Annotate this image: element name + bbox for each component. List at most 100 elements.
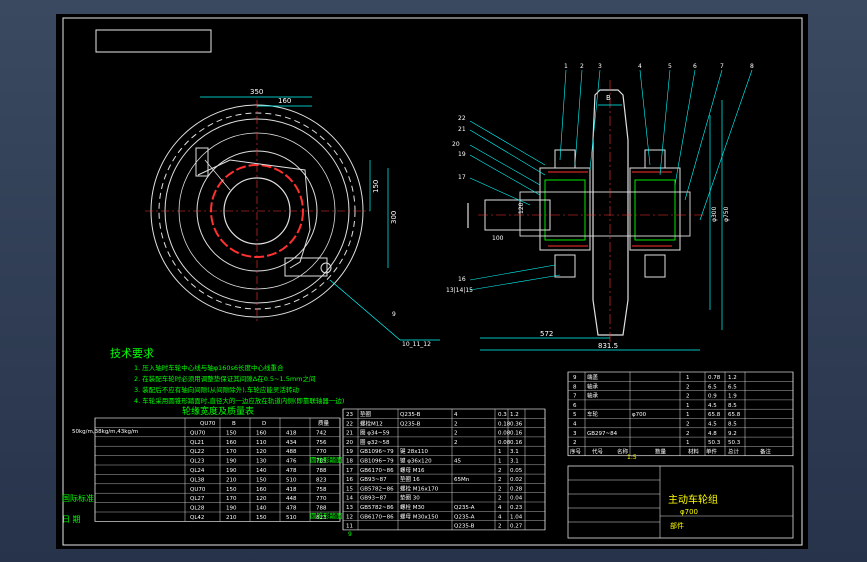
parts-row-qty: 0.18 bbox=[498, 421, 511, 427]
parts-row-qty: 2 bbox=[498, 524, 502, 530]
wheel-table-b: 170 bbox=[226, 449, 237, 455]
dim-150: 150 bbox=[372, 180, 380, 193]
wheel-table-d2: 476 bbox=[286, 459, 297, 465]
parts-row-qty: 1 bbox=[498, 459, 502, 465]
dim-phi300: φ300 bbox=[711, 206, 718, 222]
parts-row-material: 2 bbox=[454, 440, 458, 446]
wheel-table-d2: 418 bbox=[286, 430, 297, 436]
wheel-table-mass: 823 bbox=[316, 477, 327, 483]
wheel-table-b: 210 bbox=[226, 477, 237, 483]
wheel-table-d1: 160 bbox=[256, 430, 267, 436]
leader-2: 2 bbox=[580, 63, 584, 70]
dim-160: 160 bbox=[278, 97, 291, 105]
wheel-table-d1: 110 bbox=[256, 440, 267, 446]
leader-19: 19 bbox=[458, 151, 466, 158]
leader-22: 22 bbox=[458, 115, 466, 122]
upper-row-qty: 1 bbox=[686, 412, 690, 418]
upper-row-qty: 2 bbox=[686, 422, 690, 428]
parts-row-material: Q235-A bbox=[454, 514, 475, 520]
parts-row-no: 13 bbox=[346, 505, 353, 511]
wheel-table-b: 150 bbox=[226, 487, 237, 493]
parts-row-name: Q235-B bbox=[400, 421, 421, 427]
upper-row-code: 轴承 bbox=[587, 392, 599, 400]
upper-table-header-label: 序号 bbox=[570, 448, 582, 456]
wheel-table-header-b: B bbox=[232, 421, 236, 427]
wheel-table-b: 190 bbox=[226, 506, 237, 512]
parts-row-code: 螺栓M12 bbox=[360, 419, 383, 427]
parts-row-code: GB6170~86 bbox=[360, 468, 394, 474]
parts-row-material: 65Mn bbox=[454, 477, 470, 483]
upper-row-total: 1.9 bbox=[728, 394, 737, 400]
parts-row-weight: 0.16 bbox=[510, 431, 523, 437]
wheel-table-d2: 478 bbox=[286, 468, 297, 474]
dim-300: 300 bbox=[390, 211, 398, 224]
upper-row-no: 8 bbox=[573, 384, 577, 390]
wheel-table-mass: 758 bbox=[316, 487, 327, 493]
parts-row-material: 45 bbox=[454, 459, 461, 465]
parts-row-weight: 0.28 bbox=[510, 486, 523, 492]
parts-row-qty: 4 bbox=[498, 505, 502, 511]
parts-row-material: 2 bbox=[454, 431, 458, 437]
wheel-table-mass: 756 bbox=[316, 440, 327, 446]
parts-row-code: GB6170~86 bbox=[360, 514, 394, 520]
title-label: 部件 bbox=[670, 521, 684, 530]
parts-row-qty: 1 bbox=[498, 449, 502, 455]
parts-row-qty: 0.08 bbox=[498, 431, 511, 437]
parts-row-material: Q235-A bbox=[454, 505, 475, 511]
parts-row-weight: 0.05 bbox=[510, 468, 523, 474]
wheel-table-b: 190 bbox=[226, 468, 237, 474]
parts-row-weight: 0.04 bbox=[510, 496, 523, 502]
wheel-table-title: 轮缘宽度及质量表 bbox=[182, 405, 254, 417]
upper-row-total: 9.2 bbox=[728, 431, 737, 437]
upper-row-total: 65.8 bbox=[728, 412, 741, 418]
upper-row-total: 8.5 bbox=[728, 403, 737, 409]
upper-table-header-label: 数量 bbox=[655, 448, 667, 456]
tech-item-1: 1. 压入轴时车轮中心线与轴φ160s6长度中心线重合 bbox=[134, 363, 284, 372]
parts-row-name: 螺母 M30x150 bbox=[400, 512, 439, 520]
parts-row-name: 螺栓 M30 bbox=[400, 503, 425, 511]
wheel-table-d1: 140 bbox=[256, 468, 267, 474]
wheel-table-type: QU70 bbox=[190, 430, 206, 436]
parts-row-weight: 0.23 bbox=[510, 505, 523, 511]
leader-3: 3 bbox=[598, 63, 602, 70]
upper-row-total: 1.2 bbox=[728, 375, 737, 381]
parts-row-qty: 0.3 bbox=[498, 412, 507, 418]
upper-table-header-label: 材料 bbox=[688, 448, 700, 456]
wheel-table-mass: 788 bbox=[316, 506, 327, 512]
upper-row-no: 4 bbox=[573, 422, 577, 428]
parts-row-no: 12 bbox=[346, 514, 353, 520]
parts-row-no: 20 bbox=[346, 440, 353, 446]
wheel-table-header-mass: 质量 bbox=[318, 419, 330, 427]
wheel-table-b: 210 bbox=[226, 515, 237, 521]
upper-row-no: 3 bbox=[573, 431, 577, 437]
wheel-table-type: QL23 bbox=[190, 459, 205, 465]
parts-row-weight: 0.27 bbox=[510, 524, 523, 530]
tech-item-3: 3. 装配后不应有轴向间隙(从间隙除外),车轮应能灵活转动 bbox=[134, 385, 299, 394]
dim-120: 120 bbox=[518, 202, 525, 214]
upper-row-code: 端盖 bbox=[587, 373, 599, 381]
wheel-table-d1: 140 bbox=[256, 506, 267, 512]
parts-row-name: 垫圈 16 bbox=[400, 475, 420, 483]
parts-row-code: 垫圈 bbox=[360, 410, 372, 418]
parts-row-code: GB5782~86 bbox=[360, 486, 394, 492]
parts-row-name: 键 28x110 bbox=[400, 447, 429, 455]
leader-7: 7 bbox=[720, 63, 724, 70]
wheel-table-type: QL38 bbox=[190, 477, 205, 483]
parts-row-code: GB93~87 bbox=[360, 496, 387, 502]
parts-row-code: GB5782~86 bbox=[360, 505, 394, 511]
parts-row-no: 18 bbox=[346, 459, 353, 465]
leader-10-11-12: 10_11_12 bbox=[402, 341, 431, 348]
upper-row-weight: 6.5 bbox=[708, 384, 717, 390]
dim-350: 350 bbox=[250, 88, 263, 96]
wheel-table-type: QL24 bbox=[190, 468, 205, 474]
upper-row-total: 6.5 bbox=[728, 384, 737, 390]
parts-row-weight: 1.04 bbox=[510, 514, 523, 520]
wheel-table-d1: 130 bbox=[256, 459, 267, 465]
title-sub: φ700 bbox=[680, 508, 698, 516]
upper-row-weight: 65.8 bbox=[708, 412, 721, 418]
wheel-table-b: 190 bbox=[226, 459, 237, 465]
wheel-table-type: QU70 bbox=[190, 487, 206, 493]
wheel-table-d2: 418 bbox=[286, 487, 297, 493]
upper-row-total: 50.3 bbox=[728, 440, 741, 446]
parts-row-material: 2 bbox=[454, 421, 458, 427]
